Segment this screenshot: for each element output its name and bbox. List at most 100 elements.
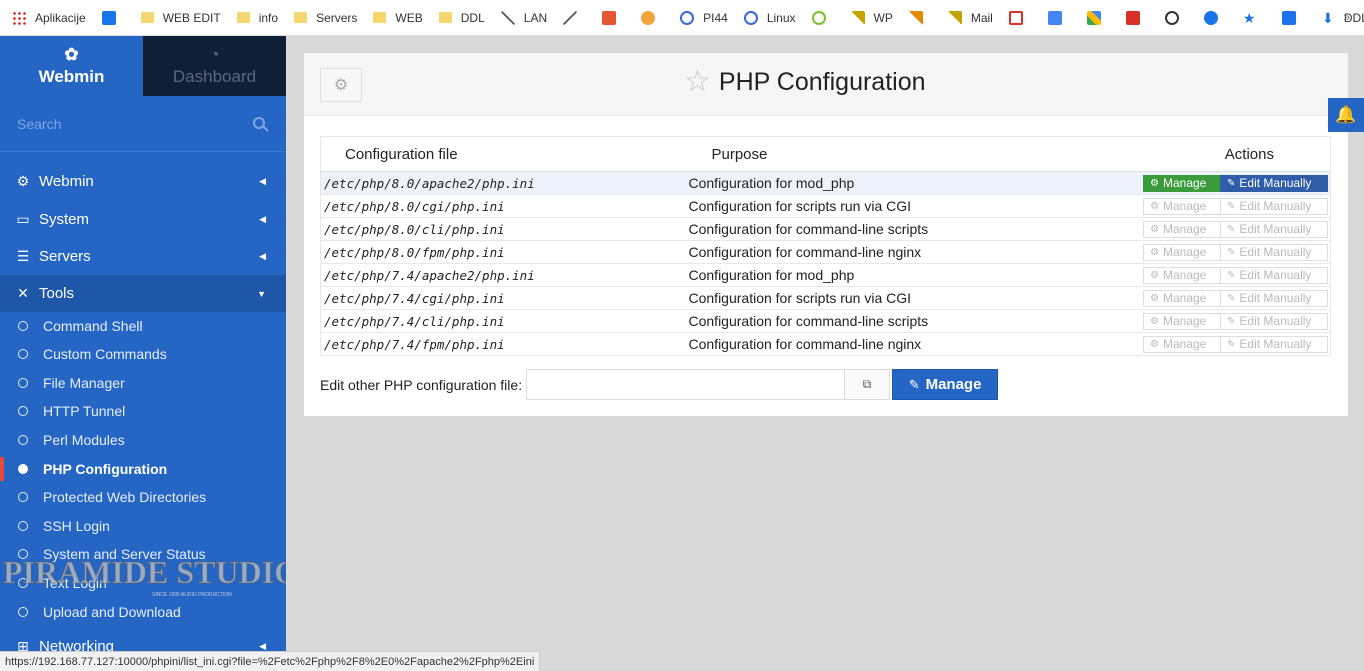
sidebar-search [0,96,286,152]
manage-button[interactable]: ⚙ Manage [1143,266,1221,284]
lan-icon [500,10,515,25]
tab-webmin[interactable]: ✿ Webmin [0,36,143,96]
gear-icon: ⚙ [333,77,349,94]
pencil-icon: ✎ [1227,246,1236,258]
row-actions: ⚙ Manage ✎ Edit Manually [1136,309,1331,333]
table-row: /etc/php/8.0/fpm/php.ini Configuration fo… [320,240,1331,264]
laptop-icon: ▭ [16,211,30,227]
manage-button[interactable]: ⚙ Manage [1143,312,1221,330]
pencil-icon: ✎ [1227,338,1236,350]
edit-manually-button[interactable]: ✎ Edit Manually [1220,243,1328,261]
bookmark-refresh[interactable] [811,10,835,25]
star-icon: ★ [1242,9,1256,26]
bookmark-apps[interactable]: Aplikacije [12,10,86,25]
bookmark-signal[interactable] [101,10,125,25]
pencil-icon: ✎ [1227,177,1236,189]
bookmark-linux[interactable]: Linux [743,10,796,25]
config-purpose: Configuration for command-line scripts [688,309,1137,333]
bullet-icon [18,406,28,416]
sidebar-item-protected-web-directories[interactable]: Protected Web Directories [0,483,286,511]
search-icon[interactable] [253,117,265,129]
bullet-icon [18,578,28,588]
notifications-bell-button[interactable]: 🔔 [1328,98,1364,132]
bookmark-servers[interactable]: Servers [294,11,357,25]
bullet-icon [18,321,28,331]
bookmark-ddl[interactable]: DDL [438,11,485,25]
sidebar-item-http-tunnel[interactable]: HTTP Tunnel [0,397,286,425]
bookmark-ticktick[interactable] [641,10,664,25]
table-row: /etc/php/7.4/cli/php.ini Configuration fo… [320,309,1331,333]
module-config-button[interactable]: ⚙ [320,68,362,102]
bookmark-tool[interactable] [563,10,586,25]
manage-button[interactable]: ⚙ Manage [1143,197,1221,215]
manage-button[interactable]: ⚙ Manage [1143,335,1221,353]
bookmark-lan[interactable]: LAN [500,10,547,25]
bookmark-translate[interactable] [1047,10,1071,25]
menu-category-system[interactable]: ▭ System ◀ [0,201,286,238]
config-file-path: /etc/php/8.0/cgi/php.ini [320,194,689,218]
edit-manually-button[interactable]: ✎ Edit Manually [1220,289,1328,307]
sidebar-item-perl-modules[interactable]: Perl Modules [0,426,286,454]
favorite-star-icon[interactable]: ☆ [684,67,711,97]
bookmark-pi44[interactable]: PI44 [680,10,728,25]
gear-icon: ⚙ [1150,315,1159,327]
page-title: PHP Configuration [718,67,926,96]
bookmark-star[interactable]: ★ [1243,11,1266,25]
edit-manually-button[interactable]: ✎ Edit Manually [1220,266,1328,284]
refresh-icon [811,10,826,25]
bookmarks-overflow-button[interactable]: » [1343,10,1350,24]
bookmark-web-edit[interactable]: WEB EDIT [140,11,221,25]
table-header-row: Configuration file Purpose Actions [320,136,1331,172]
sidebar-item-ssh-login[interactable]: SSH Login [0,512,286,540]
bookmark-office[interactable] [1125,10,1149,25]
config-files-table: Configuration file Purpose Actions /etc/… [320,136,1331,356]
bookmark-info[interactable]: info [236,11,278,25]
sidebar-item-php-configuration[interactable]: PHP Configuration [0,455,286,483]
office-icon [1125,10,1140,25]
sidebar-item-text-login[interactable]: Text Login [0,569,286,597]
sidebar-item-custom-commands[interactable]: Custom Commands [0,340,286,368]
manage-button[interactable]: ⚙ Manage [1143,220,1221,238]
puzzle-icon [1281,10,1296,25]
menu-category-servers[interactable]: ☰ Servers ◀ [0,238,286,275]
sidebar-item-upload-and-download[interactable]: Upload and Download [0,598,286,626]
translate-icon [1047,10,1062,25]
tools-icon: ✕ [17,285,29,301]
menu-category-tools[interactable]: ✕ Tools ▼ [0,275,286,312]
row-actions: ⚙ Manage ✎ Edit Manually [1136,217,1331,241]
row-actions: ⚙ Manage ✎ Edit Manually [1136,171,1331,195]
edit-manually-button[interactable]: ✎ Edit Manually [1220,335,1328,353]
sidebar-item-file-manager[interactable]: File Manager [0,369,286,397]
tab-dashboard[interactable]: ◔ Dashboard [143,36,286,96]
edit-manually-button[interactable]: ✎ Edit Manually [1220,197,1328,215]
gear-icon: ⚙ [1150,269,1159,281]
bookmark-speed[interactable] [1164,10,1188,25]
config-purpose: Configuration for command-line nginx [688,332,1137,356]
config-purpose: Configuration for command-line nginx [688,240,1137,264]
bookmark-pma[interactable] [908,10,932,25]
bookmark-extension[interactable] [1281,10,1305,25]
manage-button[interactable]: ⚙ Manage [1143,174,1221,192]
bookmark-mail[interactable]: Mail [947,10,993,25]
edit-manually-button[interactable]: ✎ Edit Manually [1220,312,1328,330]
bookmark-gmail[interactable] [1008,10,1032,25]
pencil-icon: ✎ [1227,200,1236,212]
menu-category-webmin[interactable]: ⚙ Webmin ◀ [0,163,286,200]
bookmark-web[interactable]: WEB [373,11,423,25]
edit-manually-button[interactable]: ✎ Edit Manually [1220,220,1328,238]
other-file-input[interactable] [526,369,845,400]
manage-button[interactable]: ⚙ Manage [1143,243,1221,261]
search-input[interactable] [17,116,237,132]
file-chooser-button[interactable]: ⧉ [844,369,891,400]
manage-other-button[interactable]: ✎ Manage [892,369,999,400]
config-purpose: Configuration for scripts run via CGI [688,194,1137,218]
bookmark-wp[interactable]: WP [850,10,893,25]
bookmark-drive[interactable] [1086,10,1110,25]
sidebar-item-command-shell[interactable]: Command Shell [0,312,286,340]
sidebar-item-system-and-server-status[interactable]: System and Server Status [0,540,286,568]
edit-manually-button[interactable]: ✎ Edit Manually [1220,174,1328,192]
manage-button[interactable]: ⚙ Manage [1143,289,1221,307]
bookmark-xampp[interactable] [602,10,625,25]
bookmark-settings[interactable] [1203,10,1227,25]
gear-icon: ⚙ [1150,292,1159,304]
